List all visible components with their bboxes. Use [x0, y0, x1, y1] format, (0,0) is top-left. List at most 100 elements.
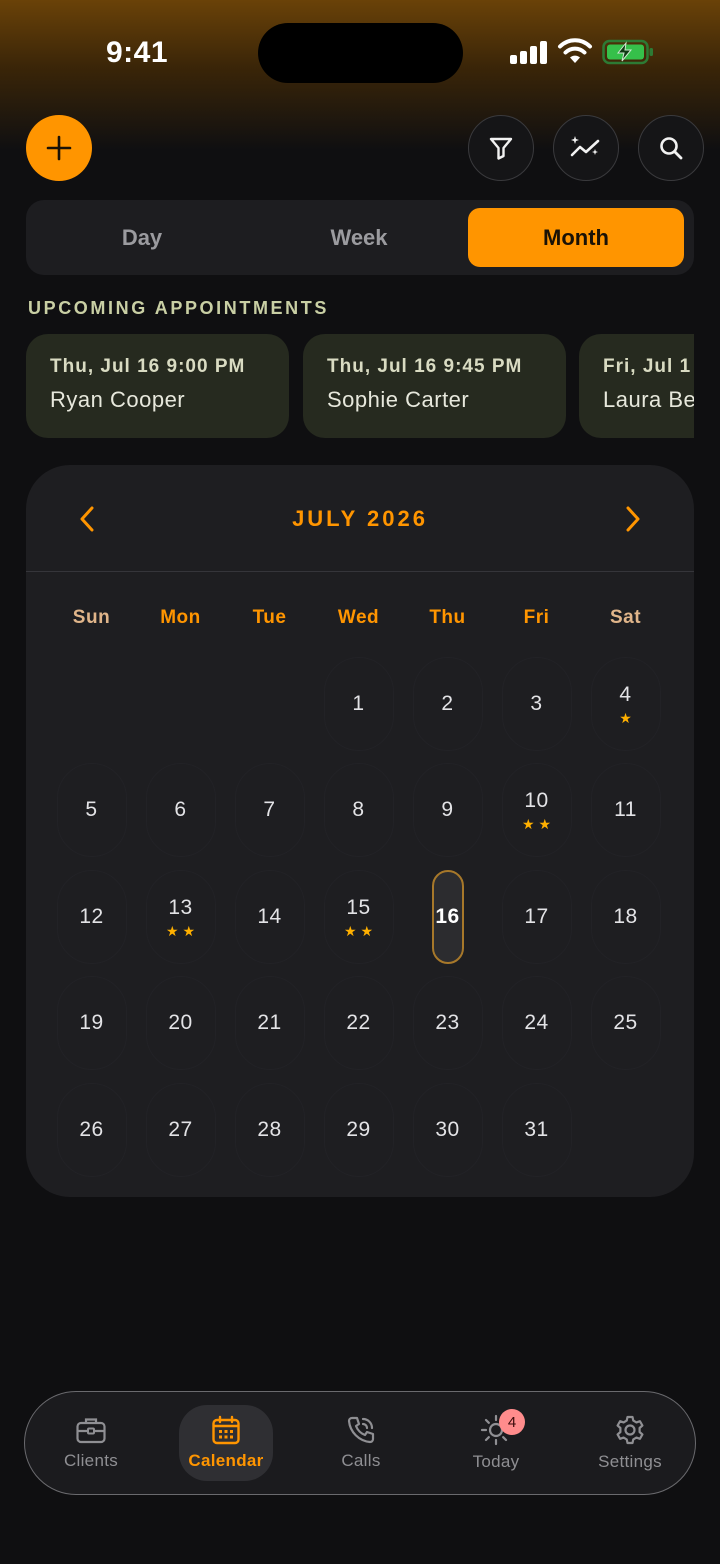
calendar-day[interactable]: 13 ★ ★	[145, 869, 216, 964]
calendar-day[interactable]: 9	[412, 763, 483, 858]
upcoming-appointments-carousel[interactable]: Thu, Jul 16 9:00 PM Ryan Cooper Thu, Jul…	[26, 334, 694, 438]
calendar-day[interactable]: 2	[412, 657, 483, 751]
weekday-label: Wed	[337, 607, 380, 628]
appointment-client: Ryan Cooper	[50, 387, 186, 412]
calendar-day[interactable]: 22	[323, 976, 394, 1071]
filter-icon	[489, 137, 513, 160]
tab-calendar[interactable]: Calendar	[179, 1405, 273, 1481]
tab-clients[interactable]: Clients	[44, 1405, 138, 1481]
day-number: 12	[79, 904, 104, 928]
today-badge: 4	[499, 1409, 525, 1435]
calendar-day[interactable]: 21	[234, 976, 305, 1071]
day-number: 27	[168, 1117, 193, 1141]
calendar-day[interactable]: 7	[234, 763, 305, 858]
calendar-day[interactable]: 6	[145, 763, 216, 858]
weekday-label: Sun	[72, 607, 111, 628]
day-number: 19	[79, 1011, 104, 1035]
day-number: 3	[530, 692, 543, 715]
view-option-day[interactable]: Day	[34, 208, 250, 267]
tab-bar: Clients Calendar Calls 4 Today Settings	[24, 1391, 696, 1495]
view-switcher: Day Week Month	[26, 200, 694, 275]
day-number: 2	[441, 692, 454, 715]
day-number: 6	[174, 798, 187, 822]
day-number: 4	[619, 683, 632, 706]
day-number: 31	[524, 1117, 549, 1141]
dynamic-island	[258, 23, 463, 83]
appointment-card[interactable]: Thu, Jul 16 9:00 PM Ryan Cooper	[26, 334, 289, 438]
tab-calls[interactable]: Calls	[314, 1405, 408, 1481]
gear-icon	[616, 1415, 644, 1445]
calendar-day[interactable]: 3	[501, 657, 572, 751]
day-number: 29	[346, 1117, 371, 1141]
calendar-day[interactable]: 14	[234, 869, 305, 964]
appointment-stars: ★ ★	[522, 817, 551, 831]
calendar-month-title: JULY 2026	[292, 506, 428, 531]
view-option-week[interactable]: Week	[251, 208, 467, 267]
add-appointment-button[interactable]	[26, 115, 92, 181]
day-number: 1	[352, 692, 365, 715]
weekday-label: Fri	[523, 607, 550, 628]
day-number: 28	[257, 1117, 282, 1141]
day-number: 23	[435, 1011, 460, 1035]
day-number: 26	[79, 1117, 104, 1141]
appointment-date: Thu, Jul 16 9:45 PM	[327, 356, 523, 377]
next-month-button[interactable]	[615, 501, 651, 537]
calendar-day[interactable]: 19	[56, 976, 127, 1071]
insights-button[interactable]	[553, 115, 619, 181]
star-icon: ★	[360, 922, 374, 939]
calendar-day[interactable]: 12	[56, 869, 127, 964]
calendar-day[interactable]: 8	[323, 763, 394, 858]
day-number: 25	[613, 1011, 638, 1035]
tab-settings[interactable]: Settings	[583, 1405, 677, 1481]
calendar-day[interactable]: 24	[501, 976, 572, 1071]
appointment-card[interactable]: Thu, Jul 16 9:45 PM Sophie Carter	[303, 334, 566, 438]
calendar-day[interactable]: 23	[412, 976, 483, 1071]
appointment-client: Sophie Carter	[327, 387, 470, 412]
day-number: 30	[435, 1117, 460, 1141]
calendar-day[interactable]: 18	[590, 869, 661, 964]
day-number: 14	[257, 904, 282, 928]
day-number: 10	[524, 789, 549, 813]
tab-label: Calendar	[188, 1451, 264, 1470]
star-icon: ★	[182, 922, 196, 939]
day-number: 5	[85, 798, 98, 822]
battery-charging-icon	[602, 39, 653, 65]
calendar-day[interactable]: 25	[590, 976, 661, 1071]
calendar-day[interactable]: 15 ★ ★	[323, 869, 394, 964]
calendar-day[interactable]: 10 ★ ★	[501, 763, 572, 858]
day-number: 21	[257, 1011, 282, 1035]
calendar-day[interactable]: 27	[145, 1082, 216, 1177]
day-number: 17	[524, 904, 549, 928]
weekday-label: Tue	[252, 607, 287, 628]
star-icon: ★	[165, 922, 179, 939]
day-number: 15	[346, 895, 371, 919]
phone-icon	[347, 1416, 375, 1444]
search-button[interactable]	[638, 115, 704, 181]
star-icon: ★	[538, 816, 552, 833]
calendar-day[interactable]: 11	[590, 763, 661, 858]
appointment-stars: ★	[619, 711, 632, 725]
appointment-card[interactable]: Fri, Jul 1 Laura Be	[579, 334, 694, 438]
search-icon	[660, 137, 683, 160]
calendar-day[interactable]: 4 ★	[590, 657, 661, 751]
view-option-month[interactable]: Month	[468, 208, 684, 267]
appointment-client: Laura Be	[603, 387, 694, 412]
day-number: 20	[168, 1011, 193, 1035]
weekday-label: Sat	[609, 607, 642, 628]
filter-button[interactable]	[468, 115, 534, 181]
calendar-day[interactable]: 30	[412, 1082, 483, 1177]
calendar-day[interactable]: 31	[501, 1082, 572, 1177]
calendar-day[interactable]: 28	[234, 1082, 305, 1177]
calendar-day-today[interactable]: 16	[431, 869, 464, 964]
status-bar: 9:41	[0, 0, 720, 110]
tab-today[interactable]: 4 Today	[449, 1405, 543, 1481]
calendar-day[interactable]: 1	[323, 657, 394, 751]
appointment-stars: ★ ★	[344, 924, 373, 938]
calendar-day[interactable]: 26	[56, 1082, 127, 1177]
calendar-day[interactable]: 20	[145, 976, 216, 1071]
tab-label: Today	[472, 1452, 520, 1471]
day-number: 9	[441, 798, 454, 822]
calendar-day[interactable]: 29	[323, 1082, 394, 1177]
calendar-day[interactable]: 5	[56, 763, 127, 858]
calendar-day[interactable]: 17	[501, 869, 572, 964]
